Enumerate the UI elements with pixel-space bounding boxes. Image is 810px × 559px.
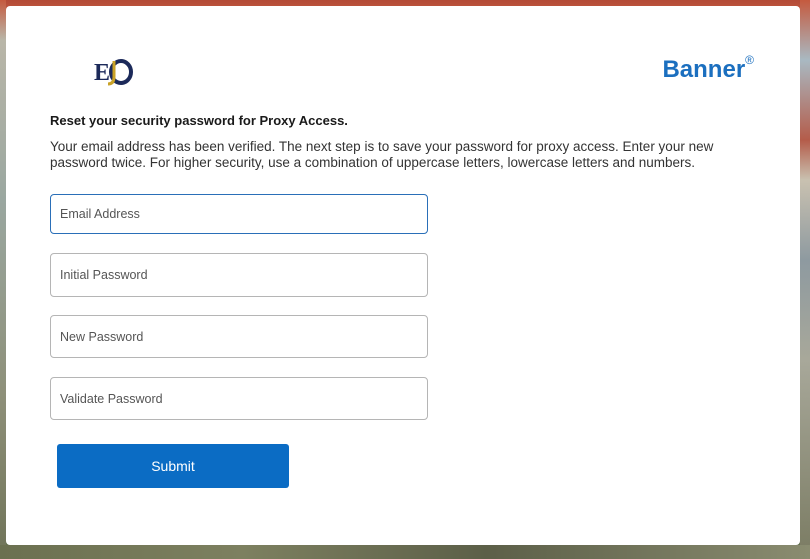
banner-brand-text: Banner bbox=[662, 56, 746, 83]
submit-button[interactable]: Submit bbox=[57, 444, 289, 488]
page-title: Reset your security password for Proxy A… bbox=[50, 113, 348, 128]
initial-password-field[interactable] bbox=[50, 253, 428, 297]
new-password-field[interactable] bbox=[50, 315, 428, 358]
page-description: Your email address has been verified. Th… bbox=[50, 139, 714, 170]
validate-password-input[interactable] bbox=[51, 378, 427, 419]
email-input[interactable] bbox=[51, 195, 427, 233]
validate-password-field[interactable] bbox=[50, 377, 428, 420]
initial-password-input[interactable] bbox=[51, 254, 427, 296]
university-logo: E bbox=[94, 58, 134, 86]
background-bottom bbox=[0, 545, 810, 559]
new-password-input[interactable] bbox=[51, 316, 427, 357]
banner-brand: Banner® bbox=[662, 53, 754, 84]
email-field[interactable] bbox=[50, 194, 428, 234]
svg-text:E: E bbox=[94, 60, 110, 86]
background-right bbox=[800, 0, 810, 559]
reset-password-card: E Banner® Reset your security password f… bbox=[6, 6, 800, 545]
registered-mark: ® bbox=[745, 53, 754, 67]
